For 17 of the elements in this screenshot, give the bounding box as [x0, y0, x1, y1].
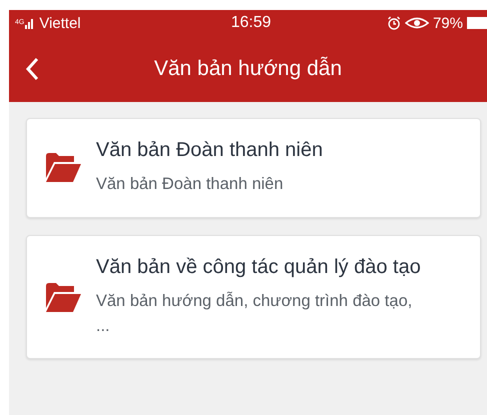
signal-icon	[25, 17, 36, 29]
folder-title: Văn bản Đoàn thanh niên	[96, 139, 323, 162]
battery-percent: 79%	[432, 14, 463, 32]
carrier-name: Viettel	[39, 14, 81, 32]
folder-icon	[46, 153, 81, 182]
folder-description: Văn bản hướng dẫn, chương trình đào tạo, ...	[96, 290, 414, 336]
folder-card[interactable]: Văn bản Đoàn thanh niên Văn bản Đoàn thanh niên	[26, 118, 481, 218]
folder-title: Văn bản về công tác quản lý đào tạo	[96, 256, 421, 279]
battery-icon	[466, 17, 487, 29]
back-icon	[25, 57, 39, 81]
status-time: 16:59	[230, 14, 272, 32]
folder-card[interactable]: Văn bản về công tác quản lý đào tạo Văn bản hướng dẫn, chương trình đào tạo, ...	[26, 234, 481, 360]
eye-icon	[404, 17, 429, 29]
folder-icon	[46, 282, 81, 312]
alarm-icon	[386, 16, 401, 30]
page-title: Văn bản hướng dẫn	[154, 57, 342, 81]
folder-description: Văn bản Đoàn thanh niên	[96, 174, 284, 195]
